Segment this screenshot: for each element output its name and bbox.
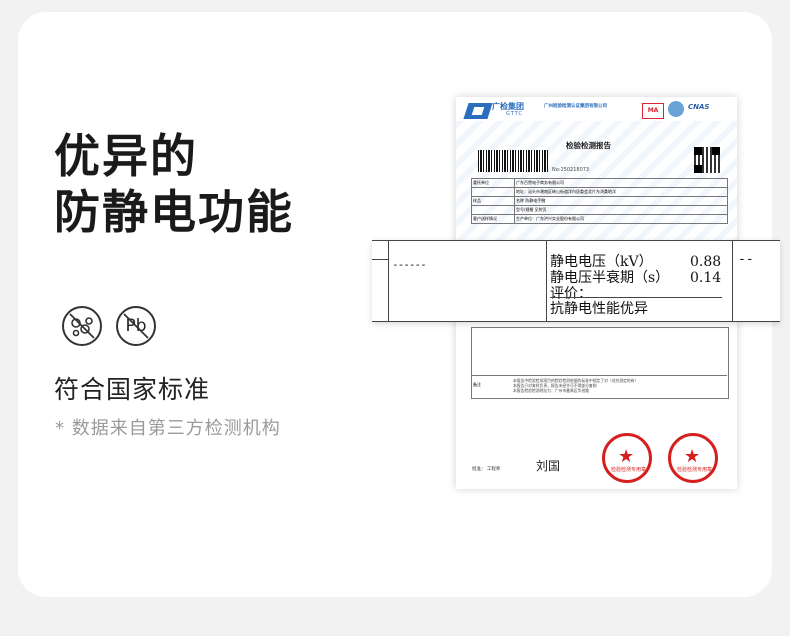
star-icon: ★ — [684, 446, 701, 467]
org-full-name: 广州检验检测认证集团有限公司 — [544, 104, 607, 109]
row-value: 名称 防静电手腕 — [515, 197, 728, 205]
divider-line — [732, 241, 733, 321]
no-phthalates-icon — [62, 306, 102, 346]
star-icon: ★ — [618, 446, 635, 467]
remark-label: 备注 — [473, 382, 481, 387]
gttc-logo-icon — [463, 103, 493, 119]
table-row: 地址：汕头市潮南区峡山街道洋内居委会北片东鸿桑地洋 — [472, 188, 728, 197]
seal-stamp-1: ★ 检验检测专用章 — [602, 433, 652, 483]
empty-cell-dashes-right: -- — [738, 252, 754, 267]
barcode-icon — [478, 150, 548, 172]
headline: 优异的 防静电功能 — [54, 128, 294, 240]
row-value: 型号/规格 见附页 — [515, 206, 728, 214]
divider-line — [372, 259, 388, 260]
seal-text: 检验检测专用章 — [677, 467, 713, 473]
row-label — [472, 188, 515, 196]
report-info-table: 委托单位 广东百赞电子商务有限公司 地址：汕头市潮南区峡山街道洋内居委会北片东鸿… — [471, 178, 728, 224]
cnas-mark: CNAS — [688, 103, 710, 111]
row-value: 地址：汕头市潮南区峡山街道洋内居委会北片东鸿桑地洋 — [515, 188, 728, 196]
approver-title: 工程师 — [486, 467, 501, 472]
result-label-voltage: 静电电压（kV） — [550, 254, 653, 270]
row-value: 广东百赞电子商务有限公司 — [515, 179, 728, 187]
table-row: 客户送样情况 生产单位：广东洪兴实业股份有限公司 — [472, 215, 728, 224]
headline-line-2: 防静电功能 — [54, 185, 294, 239]
row-value: 生产单位：广东洪兴实业股份有限公司 — [515, 215, 728, 223]
table-row: 委托单位 广东百赞电子商务有限公司 — [472, 179, 728, 188]
remark-section: 备注 本报告中检验检测项目的检验检测依据的标准中规定了对（对应测定的有） 本报告… — [471, 375, 727, 406]
remark-text: 本报告中检验检测项目的检验检测依据的标准中规定了对（对应测定的有） 本报告只对来… — [513, 378, 638, 393]
cma-mark: MA — [642, 103, 664, 119]
approver-labels: 批准： 工程师 — [472, 466, 500, 472]
ilac-mark-icon — [668, 101, 684, 117]
row-label — [472, 206, 515, 214]
table-row: 型号/规格 见附页 — [472, 206, 728, 215]
result-value-halflife: 0.14 — [690, 270, 722, 286]
evaluation-result: 抗静电性能优异 — [550, 301, 648, 317]
report-number: No:250218073 — [552, 167, 590, 173]
standard-text: 符合国家标准 — [54, 375, 211, 404]
divider-line — [388, 241, 389, 321]
row-label: 客户送样情况 — [472, 215, 515, 223]
feature-icons: Pb — [62, 306, 156, 346]
divider-line — [546, 241, 547, 321]
table-row: 样品 名称 防静电手腕 — [472, 197, 728, 206]
no-lead-icon: Pb — [116, 306, 156, 346]
result-value-voltage: 0.88 — [690, 254, 722, 270]
empty-cell-dashes: ------ — [392, 258, 427, 271]
result-label-halflife: 静电压半衰期（s） — [550, 270, 670, 286]
remark-line: 本报告检验检测地址为：广州市番禺区华创路 — [513, 388, 589, 393]
zoomed-result-strip: ------ -- 静电电压（kV） 0.88 静电压半衰期（s） 0.14 评… — [372, 240, 780, 322]
divider-line — [550, 297, 722, 298]
row-label: 委托单位 — [472, 179, 515, 187]
row-label: 样品 — [472, 197, 515, 205]
seal-stamp-2: ★ 检验检测专用章 — [668, 433, 718, 483]
seal-text: 检验检测专用章 — [611, 467, 647, 473]
report-title: 检验检测报告 — [566, 141, 611, 150]
qr-code-icon — [694, 147, 720, 173]
source-note: * 数据来自第三方检测机构 — [55, 418, 281, 439]
org-en: GTTC — [506, 111, 523, 117]
approver-label: 批准： — [472, 467, 486, 472]
signature: 刘国 — [536, 459, 561, 473]
headline-line-1: 优异的 — [54, 129, 198, 183]
